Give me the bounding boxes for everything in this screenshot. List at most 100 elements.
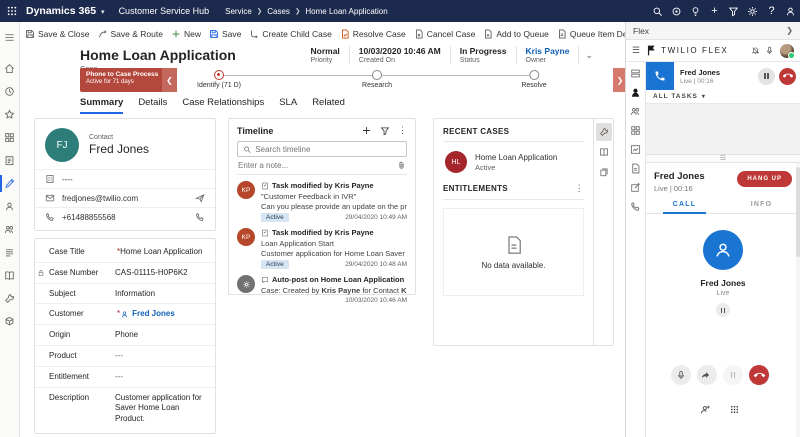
documents-icon[interactable] [630, 163, 641, 174]
note-input[interactable] [238, 161, 393, 170]
flex-menu-icon[interactable]: ☰ [632, 45, 640, 56]
active-task-row[interactable]: Fred Jones Live | 00:16 [646, 62, 800, 90]
sidebar-item-queues[interactable] [0, 241, 20, 264]
sidebar-item-home[interactable] [0, 57, 20, 80]
hang-up-button[interactable]: HANG UP [737, 171, 792, 187]
field-case-title[interactable]: Case Title* Home Loan Application [35, 242, 215, 263]
header-expand-chevron-icon[interactable]: ⌄ [585, 50, 593, 61]
hold-participant-button[interactable] [716, 303, 730, 317]
add-participant-icon[interactable] [700, 404, 711, 415]
end-call-button[interactable] [779, 68, 796, 85]
tab-sla[interactable]: SLA [279, 97, 297, 114]
field-description[interactable]: Description Customer application for Sav… [35, 388, 215, 429]
tab-summary[interactable]: Summary [80, 97, 123, 114]
knowledge-search-tab-icon[interactable] [596, 143, 612, 161]
timeline-filter-icon[interactable] [380, 126, 390, 136]
end-call-button[interactable] [749, 365, 769, 385]
new-button[interactable]: New [171, 29, 201, 39]
tab-call[interactable]: CALL [646, 201, 723, 213]
breadcrumb-service[interactable]: Service [225, 7, 252, 16]
field-subject[interactable]: Subject Information [35, 284, 215, 305]
recent-case-item[interactable]: HL Home Loan Application Active [443, 142, 584, 183]
tools-tab-icon[interactable] [596, 123, 612, 141]
stage-resolve[interactable]: Resolve [521, 70, 546, 89]
sidebar-item-activities[interactable] [0, 149, 20, 172]
save-route-button[interactable]: Save & Route [98, 29, 163, 39]
mic-status-icon[interactable] [765, 46, 774, 55]
search-icon[interactable] [648, 0, 667, 22]
save-close-button[interactable]: Save & Close [25, 29, 90, 39]
sidebar-item-accounts[interactable] [0, 218, 20, 241]
field-product[interactable]: Product --- [35, 346, 215, 367]
notifications-mute-icon[interactable] [751, 46, 760, 55]
similar-records-tab-icon[interactable] [596, 163, 612, 181]
timeline-add-icon[interactable] [361, 125, 372, 136]
lightbulb-icon[interactable] [686, 0, 705, 22]
resolve-case-button[interactable]: Resolve Case [340, 29, 406, 39]
app-title[interactable]: Dynamics 365 [26, 5, 96, 17]
hub-title[interactable]: Customer Service Hub [119, 6, 210, 16]
timeline-search-input[interactable] [255, 145, 401, 154]
tab-related[interactable]: Related [312, 97, 345, 114]
all-tasks-toggle[interactable]: ALL TASKS ▾ [646, 90, 800, 104]
sidebar-item-knowledge[interactable] [0, 264, 20, 287]
process-prev-chevron-icon[interactable]: ❮ [162, 68, 177, 92]
sitemap-menu-icon[interactable] [0, 26, 20, 49]
field-origin[interactable]: Origin Phone [35, 325, 215, 346]
call-icon[interactable] [195, 212, 205, 222]
contact-name[interactable]: Fred Jones [89, 142, 149, 156]
timeline-entry[interactable]: Auto-post on Home Loan Application Case:… [237, 275, 407, 304]
sidebar-item-dashboards[interactable] [0, 126, 20, 149]
stage-research[interactable]: Research [362, 70, 392, 89]
contact-email[interactable]: fredjones@twilio.com [62, 194, 195, 203]
sidebar-item-contacts[interactable] [0, 195, 20, 218]
timeline-more-icon[interactable]: ⋮ [398, 125, 407, 136]
transfer-call-button[interactable] [697, 365, 717, 385]
gear-icon[interactable] [743, 0, 762, 22]
cancel-case-button[interactable]: Cancel Case [414, 29, 476, 39]
app-chevron-icon[interactable]: ▾ [101, 8, 105, 16]
dialer-settings-icon[interactable] [630, 201, 641, 212]
timeline-entry[interactable]: KP Task modified by Kris Payne Loan Appl… [237, 228, 407, 269]
grid-view-icon[interactable] [630, 125, 641, 136]
tab-details[interactable]: Details [138, 97, 167, 114]
paperclip-icon[interactable] [397, 161, 406, 170]
filter-icon[interactable] [724, 0, 743, 22]
breadcrumb-cases[interactable]: Cases [267, 7, 290, 16]
field-entitlement[interactable]: Entitlement --- [35, 367, 215, 388]
guided-help-icon[interactable] [667, 0, 686, 22]
hold-call-button[interactable] [758, 68, 775, 85]
sidebar-item-cases[interactable] [0, 172, 20, 195]
create-child-case-button[interactable]: Create Child Case [249, 29, 331, 39]
new-record-icon[interactable]: + [705, 0, 724, 22]
process-stage-flyout[interactable]: Phone to Case Process Active for 71 days [80, 68, 162, 92]
field-customer[interactable]: Customer* Fred Jones [35, 304, 215, 325]
entitlements-more-icon[interactable]: ⋮ [575, 183, 584, 194]
tab-case-relationships[interactable]: Case Relationships [182, 97, 264, 114]
sidebar-item-recent[interactable] [0, 80, 20, 103]
timeline-entry[interactable]: KP Task modified by Kris Payne "Customer… [237, 181, 407, 222]
send-email-icon[interactable] [195, 193, 205, 203]
panel-splitter-handle[interactable]: ☰ [646, 154, 800, 163]
mute-mic-button[interactable] [671, 365, 691, 385]
stage-identify[interactable]: Identify (71 D) [197, 70, 241, 89]
account-icon[interactable] [781, 0, 800, 22]
contacts-directory-icon[interactable] [630, 106, 641, 117]
tasks-icon[interactable] [630, 68, 641, 79]
save-button[interactable]: Save [209, 29, 241, 39]
add-to-queue-button[interactable]: Add to Queue [483, 29, 548, 39]
dialpad-icon[interactable] [729, 404, 740, 415]
sidebar-item-settings[interactable] [0, 310, 20, 333]
insights-icon[interactable] [630, 144, 641, 155]
contact-phone[interactable]: +61488855568 [62, 213, 195, 222]
compose-icon[interactable] [630, 182, 641, 193]
tab-info[interactable]: INFO [723, 201, 800, 213]
hold-call-button[interactable] [723, 365, 743, 385]
collapse-panel-chevron-icon[interactable]: ❯ [786, 26, 793, 35]
help-icon[interactable]: ? [762, 0, 781, 22]
waffle-menu-icon[interactable] [0, 6, 24, 16]
sidebar-item-pinned[interactable] [0, 103, 20, 126]
agents-icon[interactable] [630, 87, 641, 98]
agent-avatar[interactable] [780, 44, 794, 58]
sidebar-item-services[interactable] [0, 287, 20, 310]
